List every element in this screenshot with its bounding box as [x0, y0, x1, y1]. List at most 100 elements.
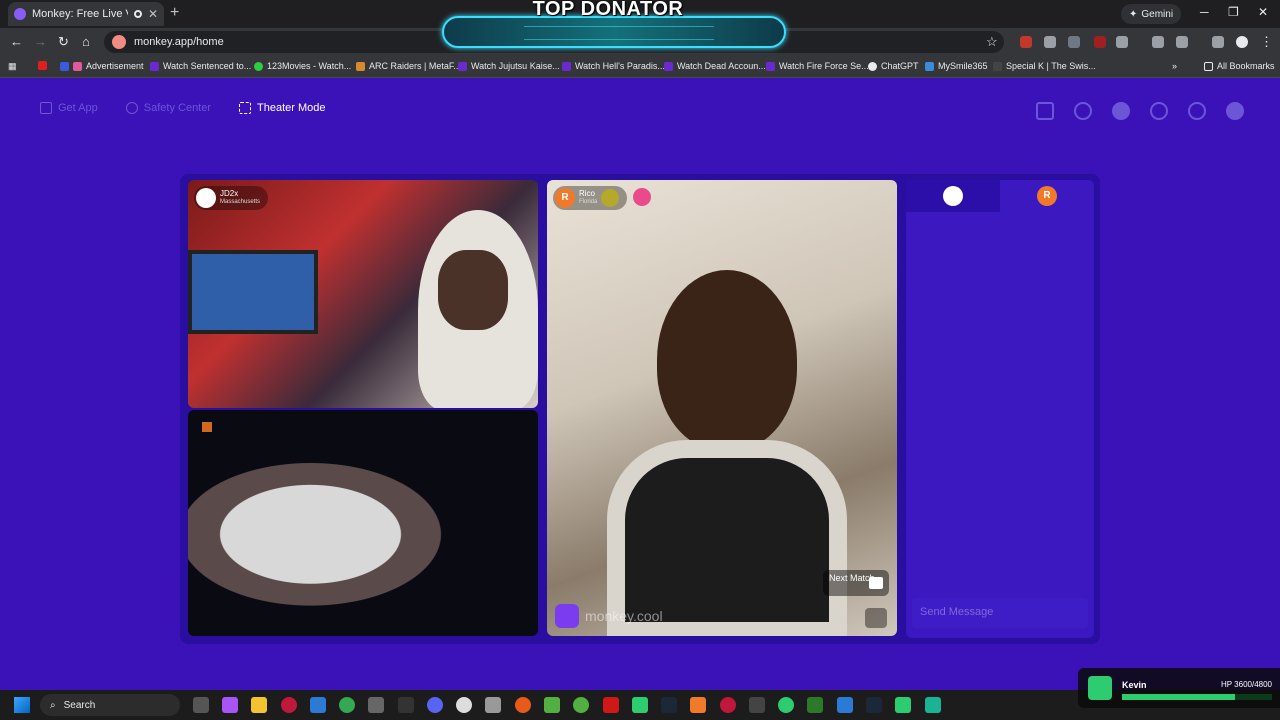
photos-icon[interactable] — [837, 697, 853, 713]
minimize-button[interactable]: ─ — [1200, 5, 1209, 19]
chat-tab-rico[interactable]: R — [1000, 180, 1094, 212]
back-arrow-icon[interactable]: ← — [10, 34, 23, 49]
chat-tab-group[interactable] — [906, 180, 1000, 212]
epic-games-icon[interactable] — [398, 697, 414, 713]
app-teal-icon[interactable] — [925, 697, 941, 713]
bookmark-chatgpt[interactable]: ChatGPT — [868, 61, 919, 71]
bookmark-arc-raiders[interactable]: ARC Raiders | MetaF... — [356, 61, 461, 71]
tab-close-icon[interactable]: ✕ — [148, 7, 158, 21]
opera-icon[interactable] — [281, 697, 297, 713]
app-green-icon[interactable] — [778, 697, 794, 713]
monitor-in-video — [188, 250, 318, 334]
skip-icon[interactable] — [865, 608, 887, 628]
bookmark-star-icon[interactable]: ☆ — [986, 34, 998, 50]
theater-mode-button[interactable]: Theater Mode — [239, 102, 326, 114]
cast-icon[interactable] — [1152, 36, 1164, 48]
clock-icon[interactable] — [456, 697, 472, 713]
bookmark-123movies[interactable]: 123Movies - Watch... — [254, 61, 351, 71]
monkey-page: Get App Safety Center Theater Mode JD2x M… — [0, 78, 1280, 690]
steam-2-icon[interactable] — [866, 697, 882, 713]
app-a-icon[interactable] — [690, 697, 706, 713]
window-close-button[interactable]: ✕ — [1258, 5, 1268, 19]
chat-bubble-icon[interactable] — [1188, 102, 1206, 120]
video-feed-jd2x: JD2x Massachusetts — [188, 180, 538, 408]
mail-icon[interactable] — [310, 697, 326, 713]
search-icon: ⌕ — [50, 699, 56, 711]
all-bookmarks-button[interactable]: All Bookmarks — [1204, 61, 1275, 71]
database-extension-icon[interactable] — [1044, 36, 1056, 48]
user-avatar-icon[interactable] — [1226, 102, 1244, 120]
bookmark-dead-account[interactable]: Watch Dead Accoun... — [664, 61, 766, 71]
person-face — [438, 250, 508, 330]
sparkle-icon: ✦ — [1129, 8, 1138, 20]
app-red-icon[interactable] — [603, 697, 619, 713]
chrome-menu-icon[interactable]: ⋮ — [1260, 34, 1273, 50]
bookmarks-more-button[interactable]: » — [1172, 61, 1177, 71]
xbox-app-icon[interactable] — [573, 697, 589, 713]
bookmark-hells-paradise[interactable]: Watch Hell's Paradis... — [562, 61, 665, 71]
send-message-input[interactable]: Send Message — [912, 598, 1088, 628]
gift-icon[interactable] — [633, 188, 651, 206]
nvidia-icon[interactable] — [807, 697, 823, 713]
video-feed-rico: R Rico Florida Next Match monkey.cool — [547, 180, 897, 636]
history-clock-icon[interactable] — [1150, 102, 1168, 120]
bookmark-special-k[interactable]: Special K | The Swis... — [993, 61, 1096, 71]
app-orange-icon[interactable] — [515, 697, 531, 713]
task-view-icon[interactable] — [193, 697, 209, 713]
windows-start-icon[interactable] — [14, 697, 30, 713]
user-badge-rico[interactable]: R Rico Florida — [553, 186, 628, 210]
url-text: monkey.app/home — [134, 36, 224, 48]
gemini-button[interactable]: ✦ Gemini — [1121, 4, 1182, 24]
app-icon[interactable] — [368, 697, 384, 713]
discord-icon[interactable] — [427, 697, 443, 713]
bookmark-youtube[interactable] — [38, 61, 51, 70]
maximize-button[interactable]: ❐ — [1228, 5, 1239, 19]
expand-icon — [239, 102, 252, 114]
media-player-2-icon[interactable] — [895, 697, 911, 713]
app-dark-icon[interactable] — [749, 697, 765, 713]
bookmark-fire-force[interactable]: Watch Fire Force Se... — [766, 61, 869, 71]
safety-center-link[interactable]: Safety Center — [125, 102, 211, 114]
red-extension-icon[interactable] — [1094, 36, 1106, 48]
bookmark-favicon-icon — [458, 61, 467, 71]
profile-avatar-icon[interactable] — [1236, 36, 1248, 48]
new-tab-button[interactable]: + — [170, 4, 179, 22]
user-badge-jd2x[interactable]: JD2x Massachusetts — [194, 186, 269, 210]
browser-tab-active[interactable]: Monkey: Free Live Video Ch ✕ — [8, 2, 164, 26]
video-chat-panel: JD2x Massachusetts R Rico Florida Next Mat… — [180, 174, 1100, 644]
chrome-icon[interactable] — [339, 697, 355, 713]
site-info-icon[interactable] — [112, 35, 126, 49]
reload-icon[interactable]: ↻ — [58, 34, 69, 50]
bookmark-advertisement[interactable]: Advertisement — [60, 61, 144, 71]
taskbar-search[interactable]: ⌕ Search — [40, 694, 180, 716]
media-player-icon[interactable] — [632, 697, 648, 713]
forward-arrow-icon[interactable]: → — [34, 34, 47, 49]
camera-indicator-icon — [202, 422, 212, 432]
copilot-icon[interactable] — [222, 697, 238, 713]
ublock-extension-icon[interactable] — [1020, 36, 1032, 48]
bookmark-mysmile365[interactable]: MySmile365 — [925, 61, 988, 71]
get-app-link[interactable]: Get App — [40, 102, 98, 114]
next-match-button[interactable]: Next Match — [823, 570, 889, 596]
chat-tabs: R — [906, 180, 1094, 212]
heart-icon[interactable] — [601, 189, 620, 207]
shop-icon[interactable] — [1036, 102, 1054, 120]
file-explorer-icon[interactable] — [251, 697, 267, 713]
apps-grid-icon[interactable]: ▦ — [8, 61, 17, 72]
gamepad-extension-icon[interactable] — [1068, 36, 1080, 48]
page-top-nav: Get App Safety Center Theater Mode — [40, 102, 326, 114]
tab-search-icon[interactable] — [1212, 36, 1224, 48]
bookmark-jujutsu[interactable]: Watch Jujutsu Kaise... — [458, 61, 560, 71]
coin-icon[interactable] — [1112, 102, 1130, 120]
notepad-icon[interactable] — [485, 697, 501, 713]
puzzle-extensions-icon[interactable] — [1116, 36, 1128, 48]
bookmark-sentenced[interactable]: Watch Sentenced to... — [150, 61, 251, 71]
steam-icon[interactable] — [661, 697, 677, 713]
youtube-music-icon[interactable] — [720, 697, 736, 713]
xbox-icon[interactable] — [544, 697, 560, 713]
sk-icon — [993, 61, 1002, 71]
gemini-label: Gemini — [1141, 8, 1174, 20]
home-icon[interactable]: ⌂ — [82, 34, 90, 49]
search-icon[interactable] — [1074, 102, 1092, 120]
download-icon[interactable] — [1176, 36, 1188, 48]
